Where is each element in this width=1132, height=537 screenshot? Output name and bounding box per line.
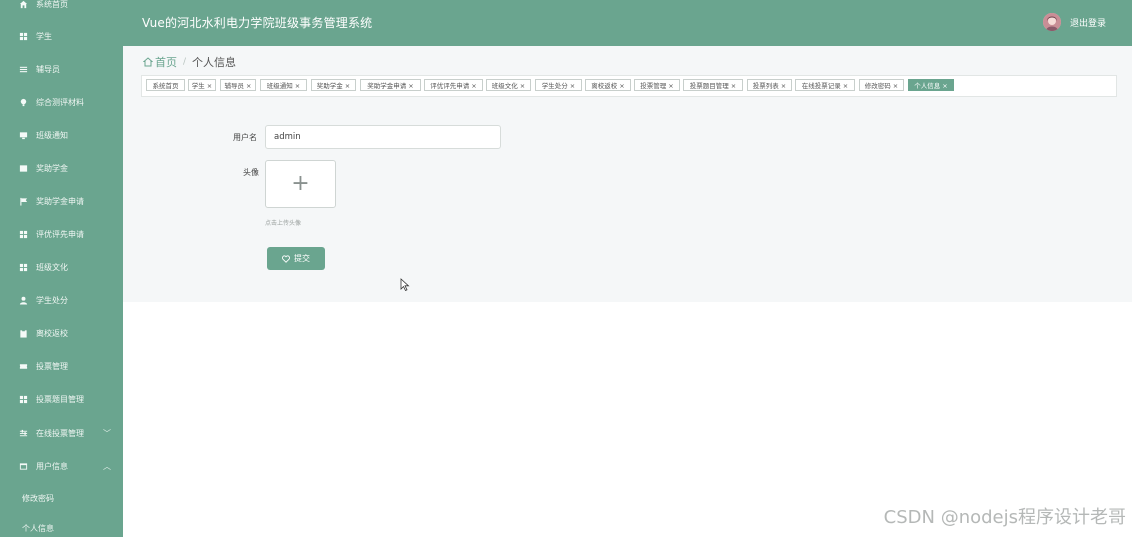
tag-change-password[interactable]: 修改密码 × bbox=[859, 79, 904, 91]
breadcrumb: 首页 / 个人信息 bbox=[143, 54, 236, 70]
sidebar-item-scholarship-applications[interactable]: 奖助学金申请 bbox=[0, 191, 123, 211]
avatar-label: 头像 bbox=[243, 168, 259, 177]
sidebar: 系统首页 学生 辅导员 综合测评材料 班级通知 奖助学金 奖助学金申请 评优评先… bbox=[0, 0, 123, 537]
sidebar-item-label: 投票管理 bbox=[36, 361, 68, 371]
sidebar-item-home[interactable]: 系统首页 bbox=[0, 0, 123, 14]
card-icon bbox=[18, 461, 28, 471]
monitor-icon bbox=[18, 130, 28, 140]
sidebar-item-label: 离校返校 bbox=[36, 328, 68, 338]
avatar-uploader[interactable]: + bbox=[265, 160, 336, 208]
tag-students[interactable]: 学生 × bbox=[188, 79, 216, 91]
sidebar-item-leave-return[interactable]: 离校返校 bbox=[0, 323, 123, 343]
tag-scholarships[interactable]: 奖助学金 × bbox=[311, 79, 356, 91]
avatar[interactable] bbox=[1043, 13, 1061, 31]
tag-class-notices[interactable]: 班级通知 × bbox=[260, 79, 307, 91]
sidebar-item-counselors[interactable]: 辅导员 bbox=[0, 59, 123, 79]
username-input[interactable] bbox=[265, 125, 501, 149]
sidebar-item-label: 班级文化 bbox=[36, 262, 68, 272]
chevron-up-icon: ︿ bbox=[103, 461, 111, 471]
tag-vote-list[interactable]: 投票列表 × bbox=[747, 79, 792, 91]
plus-icon: + bbox=[291, 171, 310, 196]
submit-label: 提交 bbox=[294, 254, 310, 263]
tag-student-discipline[interactable]: 学生处分 × bbox=[535, 79, 582, 91]
sidebar-item-class-culture[interactable]: 班级文化 bbox=[0, 257, 123, 277]
sidebar-item-label: 投票题目管理 bbox=[36, 394, 84, 404]
tag-award-applications[interactable]: 评优评先申请 × bbox=[424, 79, 483, 91]
top-header: Vue的河北水利电力学院班级事务管理系统 退出登录 bbox=[123, 0, 1132, 46]
sidebar-item-online-vote-management[interactable]: 在线投票管理 ﹀ bbox=[0, 423, 123, 443]
sidebar-subitem-personal-info[interactable]: 个人信息 bbox=[22, 523, 54, 534]
logout-button[interactable]: 退出登录 bbox=[1070, 16, 1106, 29]
tag-vote-question-management[interactable]: 投票题目管理 × bbox=[683, 79, 743, 91]
submit-button[interactable]: 提交 bbox=[267, 247, 325, 270]
grid-icon bbox=[18, 229, 28, 239]
grid-icon bbox=[18, 262, 28, 272]
sidebar-item-vote-question-management[interactable]: 投票题目管理 bbox=[0, 389, 123, 409]
tag-personal-info[interactable]: 个人信息 × bbox=[908, 79, 954, 91]
sidebar-item-label: 在线投票管理 bbox=[36, 428, 84, 438]
sidebar-item-vote-management[interactable]: 投票管理 bbox=[0, 356, 123, 376]
tag-vote-management[interactable]: 投票管理 × bbox=[634, 79, 680, 91]
tag-home[interactable]: 系统首页 bbox=[146, 79, 185, 91]
flag-icon bbox=[18, 196, 28, 206]
app-title: Vue的河北水利电力学院班级事务管理系统 bbox=[142, 16, 373, 30]
sidebar-subitem-change-password[interactable]: 修改密码 bbox=[22, 493, 54, 504]
grid-icon bbox=[18, 394, 28, 404]
chevron-down-icon: ﹀ bbox=[103, 428, 111, 438]
heart-icon bbox=[282, 254, 290, 263]
sidebar-item-label: 用户信息 bbox=[36, 461, 68, 471]
tag-counselors[interactable]: 辅导员 × bbox=[220, 79, 256, 91]
upload-hint: 点击上传头像 bbox=[265, 220, 302, 227]
clipboard-icon bbox=[18, 328, 28, 338]
sidebar-item-label: 学生处分 bbox=[36, 295, 68, 305]
grid-icon bbox=[18, 31, 28, 41]
tag-online-vote-records[interactable]: 在线投票记录 × bbox=[795, 79, 855, 91]
sidebar-item-label: 辅导员 bbox=[36, 64, 60, 74]
home-icon bbox=[143, 57, 153, 67]
sliders-icon bbox=[18, 428, 28, 438]
tags-bar: 系统首页 学生 × 辅导员 × 班级通知 × 奖助学金 × 奖助学金申请 × 评… bbox=[141, 75, 1117, 97]
watermark: CSDN @nodejs程序设计老哥 bbox=[883, 507, 1126, 528]
ticket-icon bbox=[18, 361, 28, 371]
sidebar-item-evaluation-materials[interactable]: 综合测评材料 bbox=[0, 92, 123, 112]
sidebar-item-class-notices[interactable]: 班级通知 bbox=[0, 125, 123, 145]
breadcrumb-separator: / bbox=[183, 57, 187, 67]
sidebar-item-students[interactable]: 学生 bbox=[0, 26, 123, 46]
tag-leave-return[interactable]: 离校返校 × bbox=[585, 79, 631, 91]
sidebar-item-label: 班级通知 bbox=[36, 130, 68, 140]
username-label: 用户名 bbox=[233, 133, 257, 142]
tag-scholarship-applications[interactable]: 奖助学金申请 × bbox=[360, 79, 421, 91]
breadcrumb-current: 个人信息 bbox=[192, 56, 237, 69]
sidebar-item-label: 奖助学金申请 bbox=[36, 196, 84, 206]
sidebar-item-label: 系统首页 bbox=[36, 0, 68, 9]
tag-class-culture[interactable]: 班级文化 × bbox=[486, 79, 531, 91]
sidebar-item-scholarships[interactable]: 奖助学金 bbox=[0, 158, 123, 178]
sidebar-item-label: 综合测评材料 bbox=[36, 97, 84, 107]
sidebar-item-label: 学生 bbox=[36, 31, 52, 41]
sidebar-item-label: 奖助学金 bbox=[36, 163, 68, 173]
menu-icon bbox=[18, 64, 28, 74]
breadcrumb-home[interactable]: 首页 bbox=[155, 54, 177, 70]
home-icon bbox=[18, 0, 28, 9]
sidebar-item-award-applications[interactable]: 评优评先申请 bbox=[0, 224, 123, 244]
sidebar-item-user-info[interactable]: 用户信息 ︿ bbox=[0, 456, 123, 476]
sidebar-item-label: 评优评先申请 bbox=[36, 229, 84, 239]
mouse-cursor-icon bbox=[400, 277, 410, 296]
lightbulb-icon bbox=[18, 97, 28, 107]
user-icon bbox=[18, 295, 28, 305]
sidebar-item-student-discipline[interactable]: 学生处分 bbox=[0, 290, 123, 310]
wallet-icon bbox=[18, 163, 28, 173]
